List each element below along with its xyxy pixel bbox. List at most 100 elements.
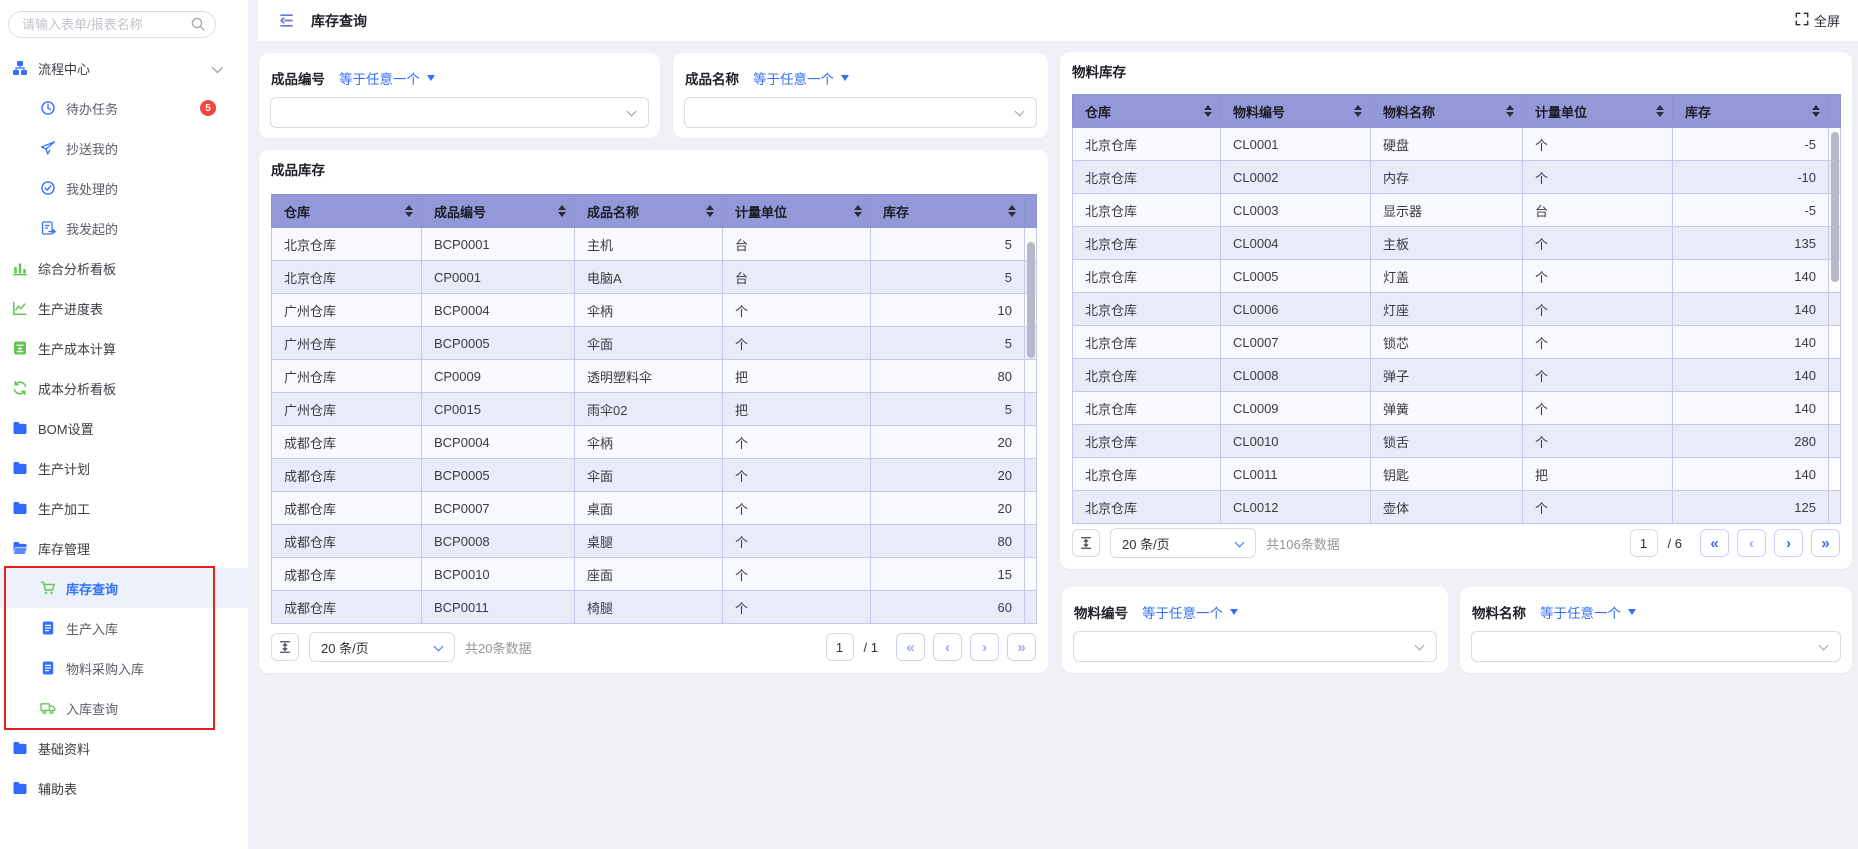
total-count: 共106条数据 [1266,536,1340,552]
page-size-select[interactable]: 20 条/页 [309,632,455,662]
table-cell: -5 [1672,127,1829,161]
page-size-select[interactable]: 20 条/页 [1110,528,1256,558]
sort-icon[interactable] [405,205,413,217]
sidebar-item-label: 生产计划 [38,461,91,477]
sidebar-item[interactable]: BOM设置 [0,408,248,448]
sidebar-item[interactable]: 综合分析看板 [0,248,248,288]
sort-icon[interactable] [1656,105,1664,117]
table-cell: 桌腿 [574,524,723,558]
column-header[interactable]: 库存 [870,194,1025,228]
sidebar-item-label: 库存查询 [66,581,119,597]
table-cell: 北京仓库 [1072,259,1221,293]
sidebar-item-label: 抄送我的 [66,141,119,157]
table-cell: 个 [722,590,871,624]
sort-icon[interactable] [1204,105,1212,117]
sidebar-item[interactable]: 我处理的 [0,168,248,208]
next-page-button[interactable]: › [1774,529,1803,557]
sidebar-item-label: 综合分析看板 [38,261,117,277]
sidebar-item-label: 流程中心 [38,61,91,77]
folder-open-icon [12,540,28,556]
current-page-box[interactable]: 1 [825,633,854,661]
fit-rows-button[interactable] [271,633,299,661]
table-cell: 5 [870,326,1025,360]
fit-rows-button[interactable] [1072,529,1100,557]
table-cell: 成都仓库 [271,491,422,525]
column-header[interactable]: 仓库 [271,194,422,228]
column-header[interactable]: 仓库 [1072,94,1221,128]
table-cell: -10 [1672,160,1829,194]
column-header[interactable]: 库存 [1672,94,1829,128]
last-page-button[interactable]: » [1007,633,1036,661]
sidebar-item[interactable]: 流程中心 [0,48,248,88]
sidebar-item[interactable]: 成本分析看板 [0,368,248,408]
table-cell: 弹簧 [1370,391,1523,425]
sort-icon[interactable] [558,205,566,217]
cost-analysis-icon [12,380,28,396]
sort-icon[interactable] [1008,205,1016,217]
sidebar-item[interactable]: 我发起的 [0,208,248,248]
prev-page-button[interactable]: ‹ [933,633,962,661]
notification-badge: 5 [200,100,216,116]
table-cell: CL0008 [1220,358,1371,392]
column-header[interactable]: 物料编号 [1220,94,1371,128]
product-code-select[interactable] [270,97,649,128]
filter-label: 物料名称 [1472,606,1526,621]
table-row: 北京仓库 CL0008 弹子个 140 [1072,358,1841,392]
filter-operator-dropdown[interactable]: 等于任意一个 [753,68,849,88]
sort-icon[interactable] [854,205,862,217]
column-header[interactable]: 物料名称 [1370,94,1523,128]
chevron-down-icon[interactable] [211,61,224,74]
current-page-box[interactable]: 1 [1629,529,1658,557]
column-header[interactable]: 计量单位 [1522,94,1673,128]
last-page-button[interactable]: » [1811,529,1840,557]
table-cell: 座面 [574,557,723,591]
sidebar-item[interactable]: 辅助表 [0,768,248,808]
cart-icon [40,580,56,596]
sidebar-item[interactable]: 生产加工 [0,488,248,528]
column-header[interactable]: 成品名称 [574,194,723,228]
sidebar-item-label: 我发起的 [66,221,119,237]
sidebar-item[interactable]: 待办任务 5 [0,88,248,128]
table-cell: 80 [870,359,1025,393]
filter-operator-dropdown[interactable]: 等于任意一个 [1540,602,1636,622]
sidebar-item[interactable]: 生产进度表 [0,288,248,328]
table-cell: 弹子 [1370,358,1523,392]
filter-operator-dropdown[interactable]: 等于任意一个 [1142,602,1238,622]
table-row: 广州仓库 CP0015 雨伞02 把 5 [271,392,1037,426]
sort-icon[interactable] [1354,105,1362,117]
table-row: 北京仓库 CL0011 钥匙把 140 [1072,457,1841,491]
material-name-select[interactable] [1471,631,1841,662]
scrollbar-gutter [1024,392,1037,426]
filter-operator-dropdown[interactable]: 等于任意一个 [339,68,435,88]
sidebar-item[interactable]: 生产入库 [0,608,248,648]
column-header[interactable]: 计量单位 [722,194,871,228]
sort-icon[interactable] [1506,105,1514,117]
sort-icon[interactable] [1812,105,1820,117]
sidebar-item[interactable]: 库存管理 [0,528,248,568]
table-scrollbar[interactable] [1027,242,1035,358]
sidebar-item[interactable]: 抄送我的 [0,128,248,168]
prev-page-button[interactable]: ‹ [1737,529,1766,557]
table-cell: 伞面 [574,458,723,492]
scrollbar-gutter [1024,194,1037,228]
fullscreen-button[interactable]: 全屏 [1795,11,1840,30]
product-name-select[interactable] [684,97,1037,128]
first-page-button[interactable]: « [1700,529,1729,557]
collapse-back-icon[interactable] [278,12,295,29]
sidebar-item[interactable]: 生产计划 [0,448,248,488]
sidebar-item[interactable]: 入库查询 [0,688,248,728]
sort-icon[interactable] [706,205,714,217]
table-cell: 北京仓库 [1072,127,1221,161]
first-page-button[interactable]: « [896,633,925,661]
search-input[interactable] [8,11,216,38]
sidebar-item[interactable]: 物料采购入库 [0,648,248,688]
column-header[interactable]: 成品编号 [421,194,575,228]
filter-card-product-name: 成品名称 等于任意一个 [673,53,1048,138]
sidebar-item[interactable]: 基础资料 [0,728,248,768]
sidebar-item[interactable]: 生产成本计算 [0,328,248,368]
search-icon[interactable] [190,16,206,32]
sidebar-item[interactable]: 库存查询 [0,568,248,608]
table-scrollbar[interactable] [1831,132,1839,282]
next-page-button[interactable]: › [970,633,999,661]
material-code-select[interactable] [1073,631,1437,662]
